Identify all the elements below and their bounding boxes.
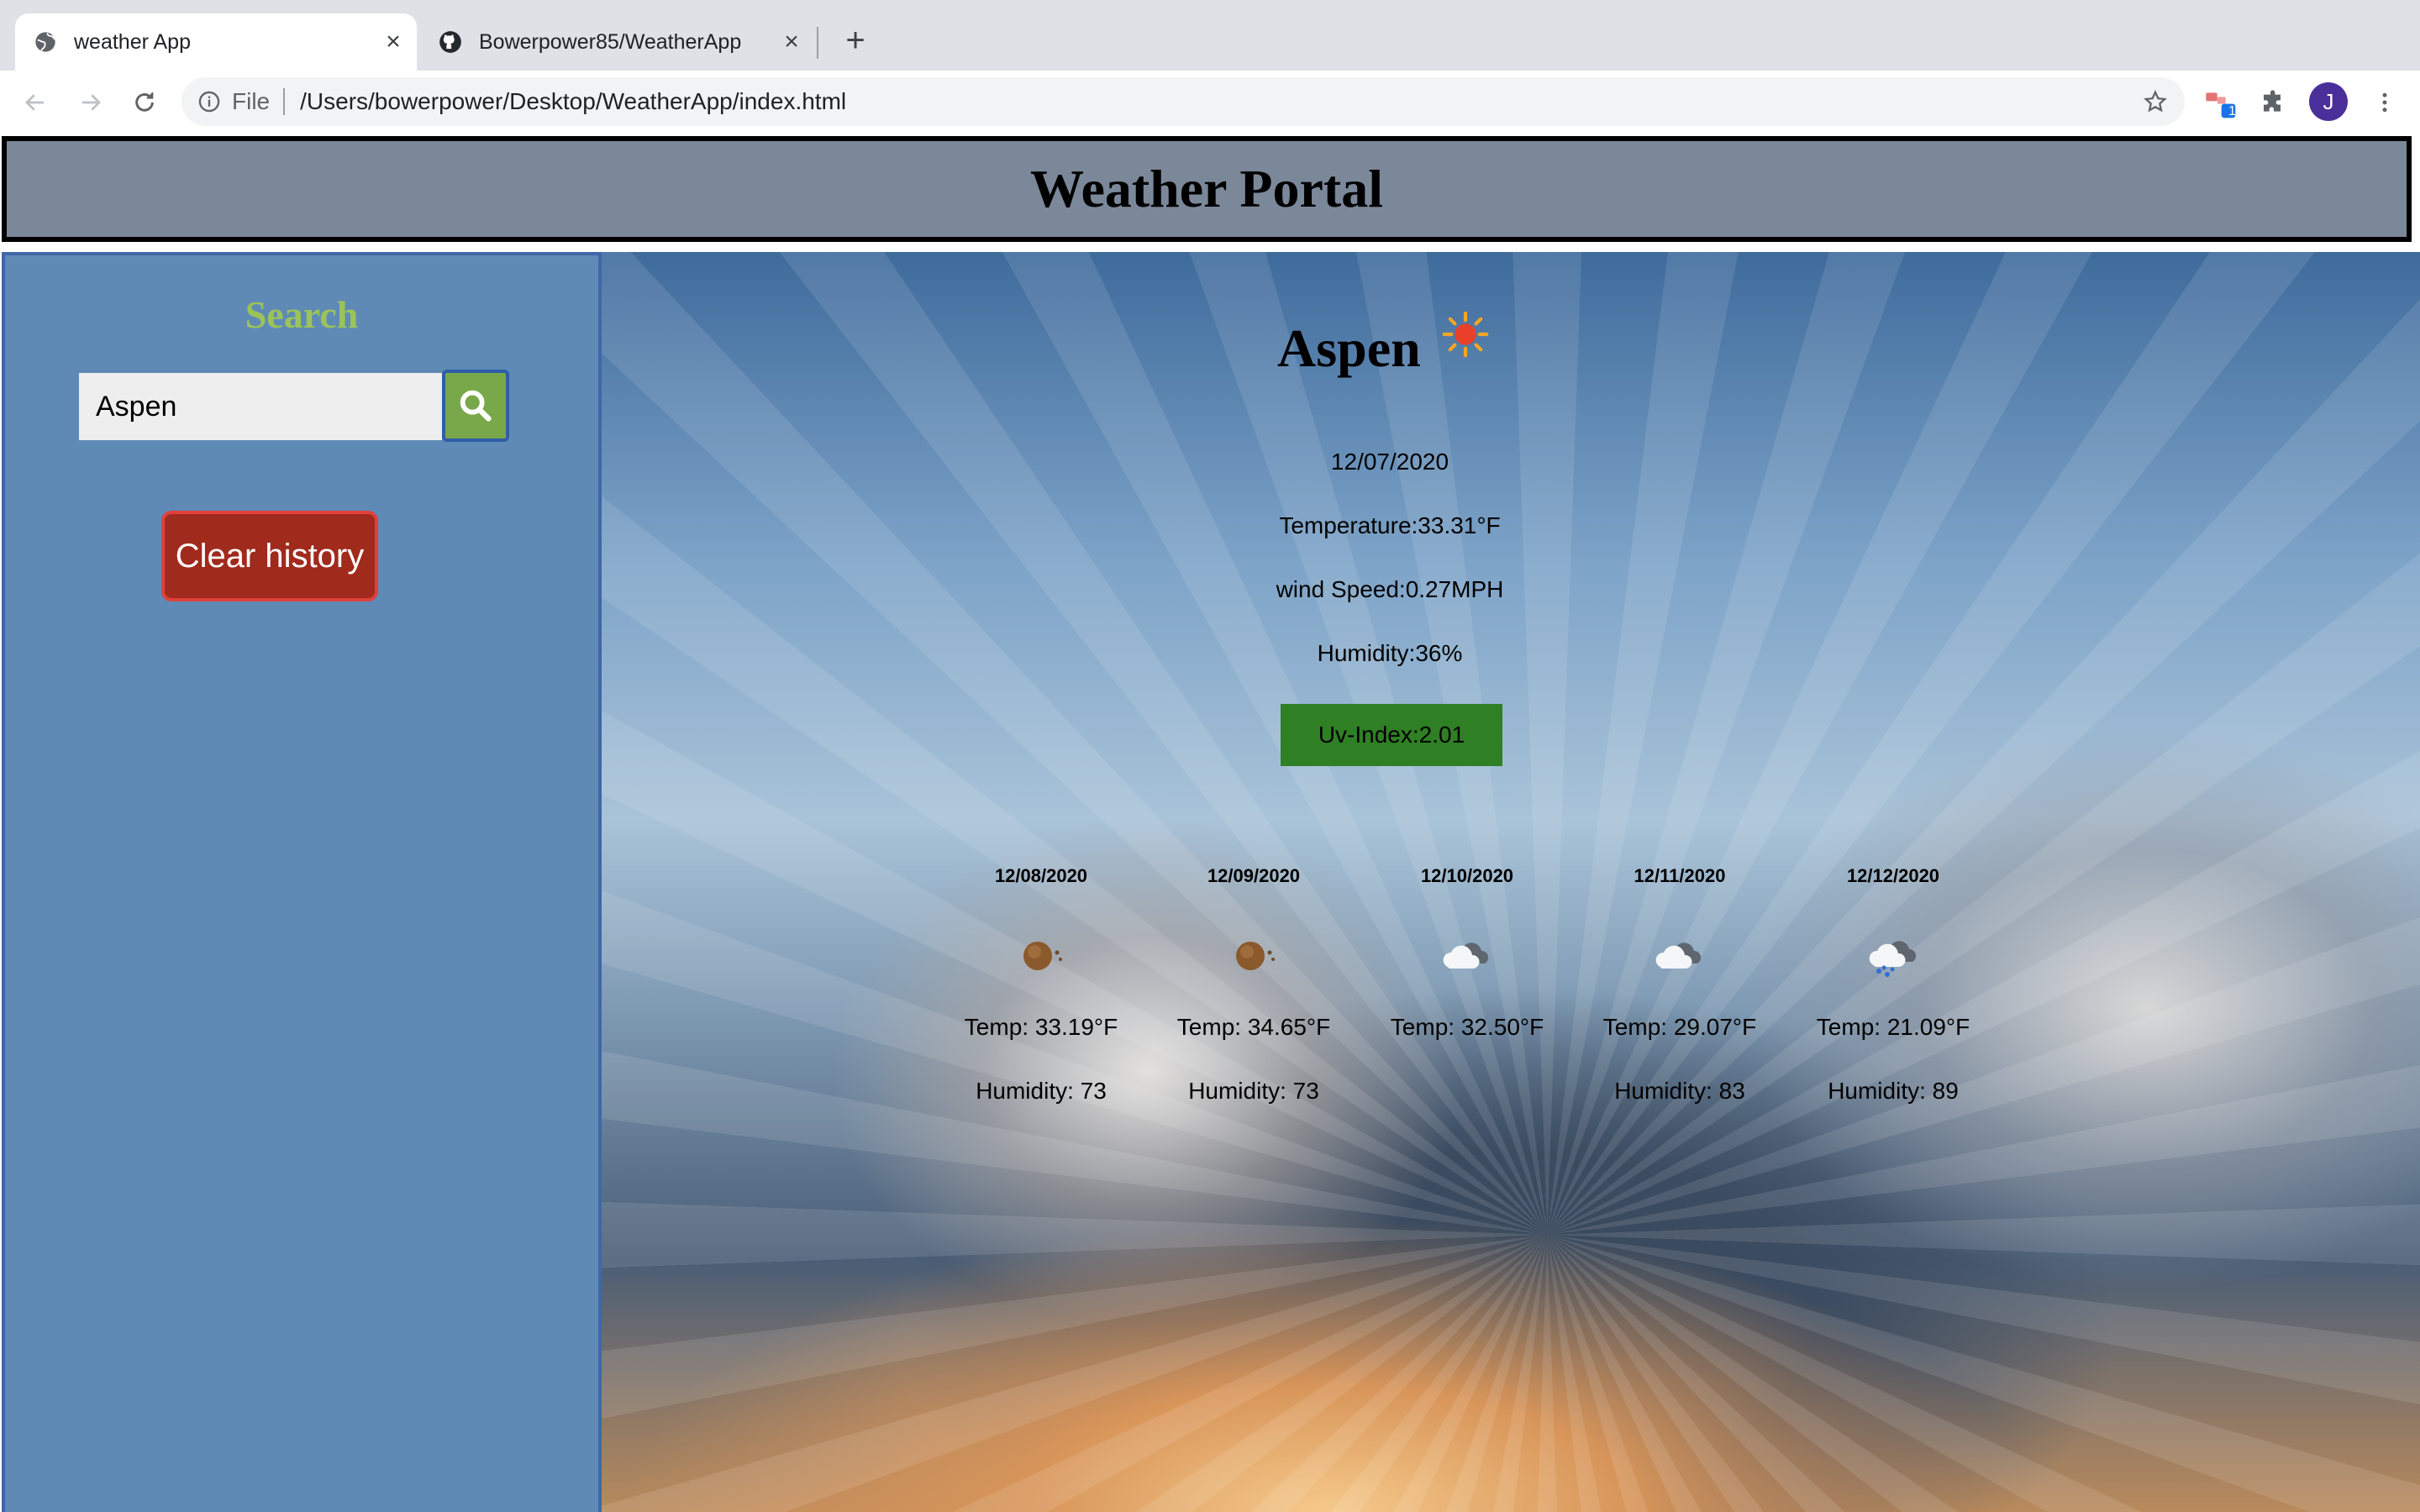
forecast-date: 12/10/2020 [1420, 865, 1514, 886]
snow-icon [1869, 941, 1917, 977]
sunny-icon [1442, 311, 1489, 358]
new-tab-icon[interactable]: + [837, 22, 874, 59]
uv-index-badge: Uv-Index:2.01 [1281, 704, 1502, 766]
page-title: Weather Portal [1029, 159, 1384, 218]
forecast-date: 12/09/2020 [1207, 865, 1301, 886]
url-divider [283, 88, 286, 115]
url-text: /Users/bowerpower/Desktop/WeatherApp/ind… [300, 88, 847, 114]
info-icon[interactable] [197, 89, 222, 114]
forecast-humidity: Humidity: 83 [1614, 1078, 1745, 1104]
current-date: 12/07/2020 [1330, 449, 1449, 475]
tab-title: Bowerpower85/WeatherApp [479, 29, 742, 54]
page-viewport: Weather Portal Search Clear history Aspe… [0, 133, 2420, 1512]
extension-icon[interactable]: 1 [2202, 84, 2238, 121]
url-scheme: File [232, 88, 271, 114]
forecast-temp: Temp: 32.50°F [1390, 1014, 1544, 1040]
forecast-humidity: Humidity: 73 [976, 1078, 1107, 1104]
kebab-menu-icon[interactable] [2366, 84, 2403, 121]
haze-icon [1023, 942, 1062, 970]
search-sidebar: Search Clear history [2, 252, 602, 1512]
forecast-temp: Temp: 33.19°F [964, 1014, 1118, 1040]
tab-title: weather App [74, 29, 191, 54]
browser-toolbar: File /Users/bowerpower/Desktop/WeatherAp… [0, 71, 2420, 134]
forward-icon[interactable] [72, 84, 109, 121]
forecast-card: 12/11/2020 Temp: 29.07°F Humidity: 83 [1596, 865, 1764, 1105]
forecast-card: 12/08/2020 Temp: 33.19°F Humidity: 73 [957, 865, 1125, 1105]
cloudy-icon [1655, 942, 1702, 969]
current-city-name: Aspen [1277, 318, 1421, 378]
page-header: Weather Portal [2, 136, 2412, 242]
back-icon[interactable] [17, 84, 54, 121]
profile-avatar[interactable]: J [2309, 82, 2348, 121]
reload-icon[interactable] [126, 84, 163, 121]
weather-display: Aspen 12/07/2020 Temperature:33.31°F win… [602, 252, 2420, 1512]
close-tab-icon[interactable]: × [775, 25, 808, 59]
search-button[interactable] [442, 370, 509, 442]
current-wind-speed: wind Speed:0.27MPH [1276, 576, 1504, 602]
clear-history-button[interactable]: Clear history [161, 511, 378, 601]
close-tab-icon[interactable]: × [376, 25, 410, 59]
address-bar[interactable]: File /Users/bowerpower/Desktop/WeatherAp… [182, 77, 2185, 126]
forecast-temp: Temp: 34.65°F [1176, 1014, 1331, 1040]
tab-weather-app[interactable]: weather App × [15, 13, 417, 71]
forecast-temp: Temp: 21.09°F [1816, 1014, 1970, 1040]
search-icon [460, 390, 492, 422]
current-temperature: Temperature:33.31°F [1279, 512, 1501, 538]
forecast-card: 12/09/2020 Temp: 34.65°F Humidity: 73 [1170, 865, 1338, 1105]
forecast-date: 12/11/2020 [1634, 865, 1726, 886]
forecast-humidity: Humidity: 89 [1828, 1078, 1959, 1104]
globe-icon [34, 30, 57, 54]
tab-separator [817, 27, 818, 59]
forecast-temp: Temp: 29.07°F [1602, 1014, 1757, 1040]
github-icon [439, 30, 462, 54]
forecast-date: 12/12/2020 [1846, 865, 1940, 886]
browser-tabbar: weather App × Bowerpower85/WeatherApp × … [0, 0, 2420, 71]
search-heading: Search [245, 293, 359, 336]
forecast-humidity [1383, 1078, 1551, 1105]
extension-badge: 1 [2228, 104, 2236, 118]
forecast-humidity: Humidity: 73 [1188, 1078, 1319, 1104]
forecast-card: 12/10/2020 Temp: 32.50°F [1383, 865, 1551, 1105]
cloudy-icon [1443, 942, 1489, 969]
city-search-input[interactable] [79, 373, 442, 440]
puzzle-extensions-icon[interactable] [2255, 84, 2292, 121]
current-humidity: Humidity:36% [1317, 640, 1463, 666]
bookmark-star-icon[interactable] [2141, 87, 2170, 116]
forecast-card: 12/12/2020 Temp: 21.09°F Humidity: 89 [1809, 865, 1977, 1105]
haze-icon [1236, 942, 1275, 970]
forecast-date: 12/08/2020 [994, 865, 1088, 886]
tab-github[interactable]: Bowerpower85/WeatherApp × [420, 13, 815, 71]
